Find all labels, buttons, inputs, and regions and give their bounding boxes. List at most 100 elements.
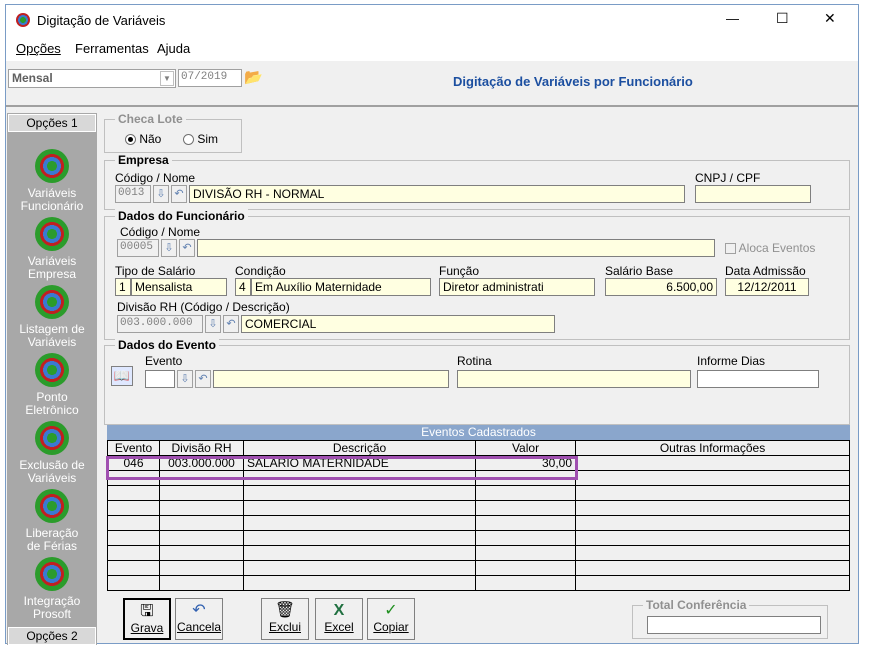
col-outras[interactable]: Outras Informações bbox=[575, 440, 850, 456]
period-type-select[interactable]: Mensal ▼ bbox=[8, 69, 176, 88]
total-field[interactable] bbox=[647, 616, 821, 634]
sidebar-tab-opcoes-2[interactable]: Opções 2 bbox=[8, 627, 96, 645]
informe-dias-label: Informe Dias bbox=[697, 354, 766, 368]
exclui-button[interactable]: 🗑 Exclui bbox=[261, 598, 309, 640]
col-divisao[interactable]: Divisão RH bbox=[159, 440, 244, 456]
table-row[interactable] bbox=[107, 515, 850, 531]
sidebar-item-ponto-eletronico[interactable]: Ponto Eletrônico bbox=[7, 353, 97, 417]
copiar-button[interactable]: ✓ Copiar bbox=[367, 598, 415, 640]
undo-icon[interactable]: ↶ bbox=[195, 370, 211, 388]
rotina-label: Rotina bbox=[457, 354, 492, 368]
cnpj-field[interactable] bbox=[695, 185, 811, 203]
tipo-salario-code[interactable]: 1 bbox=[115, 278, 131, 296]
app-globe-icon bbox=[35, 149, 69, 183]
period-input[interactable]: 07/2019 bbox=[178, 69, 242, 87]
sidebar-item-variaveis-funcionario[interactable]: Variáveis Funcionário bbox=[7, 149, 97, 213]
undo-icon[interactable]: ↶ bbox=[171, 185, 187, 203]
salario-base-label: Salário Base bbox=[605, 264, 674, 278]
table-header-row: Evento Divisão RH Descrição Valor Outras… bbox=[107, 440, 850, 456]
divisao-value[interactable]: COMERCIAL bbox=[241, 315, 555, 333]
maximize-button[interactable]: ☐ bbox=[776, 10, 789, 27]
window-title: Digitação de Variáveis bbox=[37, 13, 166, 28]
divisao-code-input[interactable]: 003.000.000 bbox=[117, 315, 203, 333]
app-globe-icon bbox=[35, 489, 69, 523]
radio-nao-icon bbox=[125, 134, 136, 146]
sidebar-item-integracao-prosoft[interactable]: Integração Prosoft bbox=[7, 557, 97, 621]
undo-icon: ↶ bbox=[192, 602, 206, 619]
sidebar-item-liberacao-ferias[interactable]: Liberação de Férias bbox=[7, 489, 97, 553]
data-admissao-value[interactable]: 12/12/2011 bbox=[725, 278, 809, 296]
aloca-eventos-checkbox[interactable]: Aloca Eventos bbox=[725, 241, 815, 255]
period-type-value: Mensal bbox=[12, 71, 53, 85]
table-row[interactable] bbox=[107, 500, 850, 516]
checkbox-icon bbox=[725, 243, 736, 255]
evento-name-field[interactable] bbox=[213, 370, 449, 388]
funcionario-group: Dados do Funcionário Código / Nome 00005… bbox=[104, 209, 850, 340]
download-icon[interactable]: ⇩ bbox=[153, 185, 169, 203]
table-row[interactable] bbox=[107, 485, 850, 501]
condicao-value[interactable]: Em Auxílio Maternidade bbox=[251, 278, 431, 296]
menu-ferramentas[interactable]: Ferramentas bbox=[75, 41, 149, 56]
condicao-code[interactable]: 4 bbox=[235, 278, 251, 296]
app-globe-icon bbox=[35, 285, 69, 319]
page-heading: Digitação de Variáveis por Funcionário bbox=[453, 74, 693, 89]
cancela-button[interactable]: ↶ Cancela bbox=[175, 598, 223, 640]
download-icon[interactable]: ⇩ bbox=[205, 315, 221, 333]
checa-lote-group: Checa Lote Não Sim bbox=[104, 112, 242, 153]
open-folder-icon[interactable]: 📂 bbox=[244, 68, 263, 86]
funcao-value[interactable]: Diretor administrati bbox=[439, 278, 595, 296]
excel-button[interactable]: X Excel bbox=[315, 598, 363, 640]
table-row[interactable] bbox=[107, 560, 850, 576]
cell-outras bbox=[575, 455, 850, 471]
tipo-salario-label: Tipo de Salário bbox=[115, 264, 196, 278]
sidebar-item-listagem-variaveis[interactable]: Listagem de Variáveis bbox=[7, 285, 97, 349]
book-icon[interactable]: 📖 bbox=[111, 366, 133, 386]
evento-code-field[interactable] bbox=[145, 370, 175, 388]
evento-label: Evento bbox=[145, 354, 183, 368]
main-window: Digitação de Variáveis — ☐ ✕ Opções Ferr… bbox=[5, 4, 859, 645]
empresa-name-field[interactable]: DIVISÃO RH - NORMAL bbox=[189, 185, 685, 203]
func-name-field[interactable] bbox=[197, 239, 715, 257]
title-bar: Digitação de Variáveis — ☐ ✕ bbox=[6, 5, 858, 37]
grava-button[interactable]: 🖫 Grava bbox=[123, 598, 171, 640]
download-icon[interactable]: ⇩ bbox=[161, 239, 177, 257]
data-admissao-label: Data Admissão bbox=[725, 264, 806, 278]
col-descricao[interactable]: Descrição bbox=[243, 440, 476, 456]
col-evento[interactable]: Evento bbox=[107, 440, 160, 456]
menu-opcoes[interactable]: Opções bbox=[16, 41, 61, 56]
sidebar-tab-opcoes-1[interactable]: Opções 1 bbox=[8, 114, 96, 132]
undo-icon[interactable]: ↶ bbox=[223, 315, 239, 333]
trash-icon: 🗑 bbox=[274, 602, 296, 619]
empresa-code-input[interactable]: 0013 bbox=[115, 185, 151, 203]
chevron-down-icon[interactable]: ▼ bbox=[160, 71, 174, 86]
total-group: Total Conferência bbox=[632, 598, 828, 639]
cnpj-label: CNPJ / CPF bbox=[695, 171, 761, 185]
informe-dias-field[interactable] bbox=[697, 370, 819, 388]
app-globe-icon bbox=[35, 421, 69, 455]
excel-icon: X bbox=[333, 602, 345, 619]
app-globe-icon bbox=[35, 353, 69, 387]
rotina-field[interactable] bbox=[457, 370, 691, 388]
table-row[interactable] bbox=[107, 530, 850, 546]
undo-icon[interactable]: ↶ bbox=[179, 239, 195, 257]
sidebar: Opções 1 Variáveis Funcionário Variáveis E… bbox=[7, 113, 97, 645]
menu-bar: Opções Ferramentas Ajuda bbox=[6, 37, 858, 61]
tipo-salario-value[interactable]: Mensalista bbox=[131, 278, 227, 296]
sidebar-item-variaveis-empresa[interactable]: Variáveis Empresa bbox=[7, 217, 97, 281]
period-toolbar: Mensal ▼ 07/2019 📂 Digitação de Variávei… bbox=[6, 61, 858, 107]
func-code-input[interactable]: 00005 bbox=[117, 239, 159, 257]
app-icon bbox=[16, 13, 30, 27]
radio-nao[interactable]: Não bbox=[125, 132, 161, 146]
app-globe-icon bbox=[35, 557, 69, 591]
radio-sim-icon bbox=[183, 134, 194, 146]
table-row[interactable] bbox=[107, 575, 850, 591]
col-valor[interactable]: Valor bbox=[475, 440, 576, 456]
menu-ajuda[interactable]: Ajuda bbox=[157, 41, 190, 56]
table-row[interactable] bbox=[107, 545, 850, 561]
sidebar-item-exclusao-variaveis[interactable]: Exclusão de Variáveis bbox=[7, 421, 97, 485]
radio-sim[interactable]: Sim bbox=[183, 132, 218, 146]
salario-base-value[interactable]: 6.500,00 bbox=[605, 278, 717, 296]
download-icon[interactable]: ⇩ bbox=[177, 370, 193, 388]
close-button[interactable]: ✕ bbox=[824, 10, 836, 27]
minimize-button[interactable]: — bbox=[726, 11, 739, 26]
